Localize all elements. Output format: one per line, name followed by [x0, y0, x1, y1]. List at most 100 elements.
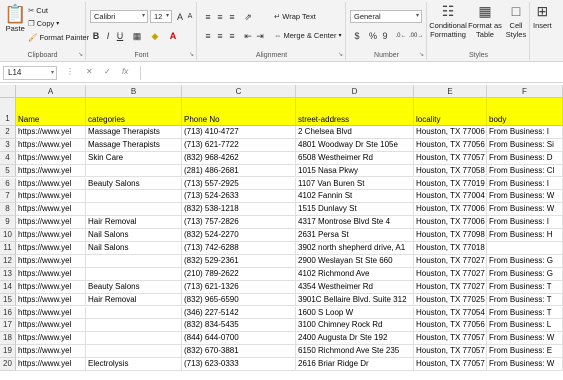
header-cell[interactable]: locality — [414, 98, 487, 126]
table-cell[interactable]: Houston, TX 77056 — [414, 138, 487, 152]
table-cell[interactable]: Houston, TX 77027 — [414, 267, 487, 281]
table-cell[interactable]: (210) 789-2622 — [182, 267, 296, 281]
table-cell[interactable]: From Business: Si — [487, 138, 563, 152]
table-cell[interactable]: https://www.yel — [16, 267, 86, 281]
table-cell[interactable]: https://www.yel — [16, 358, 86, 371]
table-cell[interactable]: Houston, TX 77098 — [414, 229, 487, 242]
cancel-icon[interactable]: ✕ — [86, 67, 93, 76]
percent-button[interactable]: % — [367, 30, 379, 42]
table-cell[interactable]: Houston, TX 77027 — [414, 280, 487, 294]
table-cell[interactable]: (844) 644-0700 — [182, 332, 296, 346]
table-cell[interactable]: 1015 Nasa Pkwy — [296, 164, 414, 178]
table-cell[interactable]: Houston, TX 77018 — [414, 242, 487, 255]
table-cell[interactable]: 2616 Briar Ridge Dr — [296, 358, 414, 371]
row-header[interactable]: 14 — [0, 280, 16, 294]
table-cell[interactable]: https://www.yel — [16, 242, 86, 255]
format-painter-button[interactable]: 🖌 Format Painter — [28, 33, 89, 42]
table-cell[interactable]: 1600 S Loop W — [296, 306, 414, 320]
align-left-icon[interactable]: ≡ — [202, 30, 214, 42]
paste-button[interactable]: 📋 Paste — [4, 5, 26, 33]
table-cell[interactable]: https://www.yel — [16, 306, 86, 320]
insert-button[interactable]: ⊞ Insert — [533, 4, 552, 31]
font-size-select[interactable]: 12 ▾ — [150, 10, 172, 23]
orientation-icon[interactable]: ⇗ — [242, 11, 254, 23]
table-cell[interactable] — [86, 267, 182, 281]
table-cell[interactable]: https://www.yel — [16, 332, 86, 346]
underline-button[interactable]: U — [114, 30, 126, 42]
table-cell[interactable]: Hair Removal — [86, 293, 182, 307]
conditional-formatting-button[interactable]: ☷ Conditional Formatting — [429, 4, 467, 40]
table-cell[interactable]: Beauty Salons — [86, 280, 182, 294]
row-header[interactable]: 17 — [0, 319, 16, 333]
table-cell[interactable]: (346) 227-5142 — [182, 306, 296, 320]
shrink-font-button[interactable]: A — [184, 11, 196, 23]
row-header[interactable]: 9 — [0, 216, 16, 230]
table-cell[interactable]: Houston, TX 77056 — [414, 319, 487, 333]
table-cell[interactable]: (713) 410-4727 — [182, 125, 296, 139]
table-cell[interactable]: (713) 623-0333 — [182, 358, 296, 371]
table-cell[interactable]: Houston, TX 77057 — [414, 358, 487, 371]
table-cell[interactable]: (832) 965-6590 — [182, 293, 296, 307]
table-cell[interactable]: https://www.yel — [16, 164, 86, 178]
table-cell[interactable]: Electrolysis — [86, 358, 182, 371]
align-bottom-icon[interactable]: ≡ — [226, 11, 238, 23]
table-cell[interactable]: From Business: L — [487, 319, 563, 333]
table-cell[interactable]: 6150 Richmond Ave Ste 235 — [296, 345, 414, 359]
table-cell[interactable]: Skin Care — [86, 151, 182, 165]
font-name-select[interactable]: Calibri ▾ — [90, 10, 148, 23]
row-header[interactable]: 2 — [0, 125, 16, 139]
dialog-launcher-icon[interactable]: ↘ — [419, 51, 424, 58]
increase-indent-icon[interactable]: ⇥ — [254, 30, 266, 42]
table-cell[interactable]: From Business: E — [487, 345, 563, 359]
italic-button[interactable]: I — [102, 30, 114, 42]
table-cell[interactable]: 3902 north shepherd drive, A1 — [296, 242, 414, 255]
row-header[interactable]: 16 — [0, 306, 16, 320]
header-cell[interactable]: street-address — [296, 98, 414, 126]
row-header[interactable]: 20 — [0, 358, 16, 371]
table-cell[interactable]: https://www.yel — [16, 216, 86, 230]
table-cell[interactable]: https://www.yel — [16, 125, 86, 139]
table-cell[interactable]: From Business: T — [487, 306, 563, 320]
table-cell[interactable]: https://www.yel — [16, 203, 86, 217]
column-header-b[interactable]: B — [86, 85, 182, 98]
number-format-select[interactable]: General ▾ — [350, 10, 422, 23]
table-cell[interactable]: 2400 Augusta Dr Ste 192 — [296, 332, 414, 346]
row-header[interactable]: 11 — [0, 242, 16, 255]
row-header[interactable]: 7 — [0, 190, 16, 204]
table-cell[interactable]: From Business: W — [487, 190, 563, 204]
table-cell[interactable]: Houston, TX 77006 — [414, 125, 487, 139]
column-header-d[interactable]: D — [296, 85, 414, 98]
column-header-e[interactable]: E — [414, 85, 487, 98]
table-cell[interactable]: https://www.yel — [16, 229, 86, 242]
table-cell[interactable]: (713) 757-2826 — [182, 216, 296, 230]
table-cell[interactable] — [487, 242, 563, 255]
column-header-a[interactable]: A — [16, 85, 86, 98]
row-header[interactable]: 8 — [0, 203, 16, 217]
table-cell[interactable] — [86, 203, 182, 217]
decrease-indent-icon[interactable]: ⇤ — [242, 30, 254, 42]
dialog-launcher-icon[interactable]: ↘ — [189, 51, 194, 58]
table-cell[interactable]: Houston, TX 77057 — [414, 332, 487, 346]
header-cell[interactable]: Phone No — [182, 98, 296, 126]
table-cell[interactable]: Massage Therapists — [86, 138, 182, 152]
header-cell[interactable]: categories — [86, 98, 182, 126]
table-cell[interactable]: https://www.yel — [16, 151, 86, 165]
table-cell[interactable]: Beauty Salons — [86, 177, 182, 191]
table-cell[interactable]: 2900 Weslayan St Ste 660 — [296, 254, 414, 268]
table-cell[interactable] — [86, 345, 182, 359]
table-cell[interactable]: 4801 Woodway Dr Ste 105e — [296, 138, 414, 152]
table-cell[interactable]: (713) 524-2633 — [182, 190, 296, 204]
increase-decimal-icon[interactable]: .0← — [395, 30, 407, 42]
table-cell[interactable]: (713) 557-2925 — [182, 177, 296, 191]
row-header[interactable]: 19 — [0, 345, 16, 359]
table-cell[interactable] — [86, 190, 182, 204]
column-header-f[interactable]: F — [487, 85, 563, 98]
table-cell[interactable]: Nail Salons — [86, 242, 182, 255]
table-cell[interactable]: https://www.yel — [16, 177, 86, 191]
fill-color-icon[interactable]: ◆ — [149, 30, 161, 42]
row-header[interactable]: 13 — [0, 267, 16, 281]
table-cell[interactable]: From Business: I — [487, 216, 563, 230]
row-header[interactable]: 5 — [0, 164, 16, 178]
row-header[interactable]: 3 — [0, 138, 16, 152]
align-middle-icon[interactable]: ≡ — [214, 11, 226, 23]
